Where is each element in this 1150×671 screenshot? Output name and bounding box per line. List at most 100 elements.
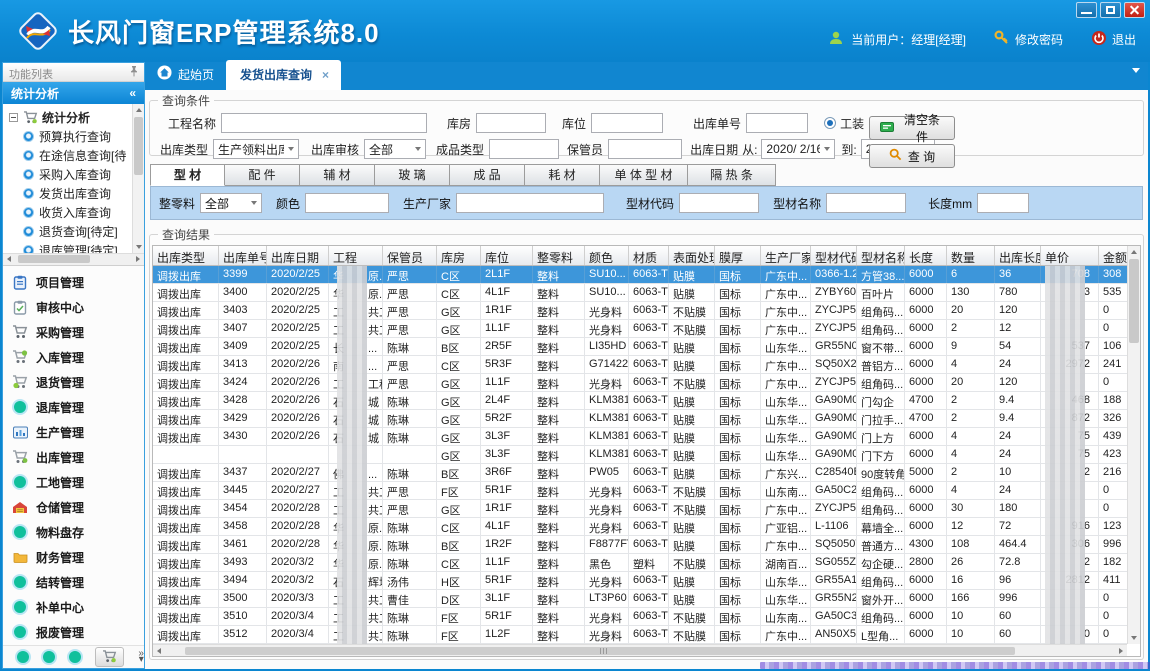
grid-column-header[interactable]: 生产厂家	[761, 246, 811, 265]
grid-column-header[interactable]: 长度	[905, 246, 947, 265]
outbound-audit-select[interactable]: 全部	[364, 139, 426, 159]
grid-column-header[interactable]: 膜厚	[715, 246, 761, 265]
sidebar-menu-item[interactable]: 工地管理	[3, 470, 144, 495]
tree-expander-icon[interactable]	[9, 113, 18, 122]
scrollbar-thumb[interactable]	[1129, 259, 1139, 343]
grid-column-header[interactable]: 出库长度	[995, 246, 1041, 265]
warehouse-input[interactable]	[476, 113, 546, 133]
scroll-right-icon[interactable]	[1115, 645, 1127, 656]
tree-item[interactable]: 预算执行查询	[9, 127, 144, 146]
grid-column-header[interactable]: 表面处理	[669, 246, 715, 265]
outbound-type-select[interactable]: 生产领料出库	[213, 139, 299, 159]
logout-button[interactable]: 退出	[1091, 30, 1136, 49]
grid-horizontal-scrollbar[interactable]	[153, 644, 1127, 656]
grid-column-header[interactable]: 材质	[629, 246, 669, 265]
product-type-input[interactable]	[489, 139, 559, 159]
sidebar-menu-item[interactable]: 退货管理	[3, 370, 144, 395]
grid-data-row[interactable]: 调拨出库34612020/2/28华原...陈琳B区1R2F整料F8877FT6…	[153, 536, 1127, 554]
circle-icon[interactable]	[69, 651, 81, 663]
grid-data-row[interactable]: 调拨出库34942020/3/2石辉城汤伟H区5R1F整料光身料6063-T5贴…	[153, 572, 1127, 590]
grid-data-row[interactable]: 调拨出库35122020/3/4工共工程陈琳F区1L2F整料光身料6063-T5…	[153, 626, 1127, 644]
tree-item[interactable]: 在途信息查询[待	[9, 146, 144, 165]
material-subtab[interactable]: 配 件	[225, 164, 300, 186]
grid-vertical-scrollbar[interactable]	[1127, 246, 1140, 644]
profile-code-input[interactable]	[679, 193, 759, 213]
sidebar-menu-item[interactable]: 物料盘存	[3, 520, 144, 545]
close-button[interactable]	[1124, 2, 1145, 18]
grid-data-row[interactable]: 调拨出库34282020/2/26石城陈琳G区2L4F整料KLM38176063…	[153, 392, 1127, 410]
tab-list-chevron-icon[interactable]	[1132, 73, 1140, 91]
grid-data-row[interactable]: 调拨出库34452020/2/27工共工程严思F区5R1F整料光身料6063-T…	[153, 482, 1127, 500]
pin-icon[interactable]	[130, 66, 138, 81]
grid-data-row[interactable]: 调拨出库34582020/2/28华原...陈琳C区4L1F整料光身料6063-…	[153, 518, 1127, 536]
tree-item[interactable]: 采购入库查询	[9, 165, 144, 184]
date-from-select[interactable]: 2020/ 2/16	[761, 139, 835, 159]
grid-column-header[interactable]: 单价	[1041, 246, 1099, 265]
material-subtab[interactable]: 辅 材	[300, 164, 375, 186]
grid-data-row[interactable]: 调拨出库34292020/2/26石城陈琳G区5R2F整料KLM38176063…	[153, 410, 1127, 428]
material-subtab[interactable]: 耗 材	[525, 164, 600, 186]
more-chevron-icon[interactable]: »▾	[138, 651, 144, 663]
change-password-button[interactable]: 修改密码	[994, 30, 1063, 49]
sidebar-menu-item[interactable]: 出库管理	[3, 445, 144, 470]
material-subtab[interactable]: 型 材	[150, 164, 225, 186]
grid-data-row[interactable]: 调拨出库34072020/2/25工共工程严思G区1L1F整料光身料6063-T…	[153, 320, 1127, 338]
order-no-input[interactable]	[746, 113, 808, 133]
location-input[interactable]	[591, 113, 663, 133]
grid-data-row[interactable]: 调拨出库34542020/2/28工共工程严思G区1R1F整料光身料6063-T…	[153, 500, 1127, 518]
radio-work-clothing[interactable]: 工装	[824, 115, 864, 132]
grid-column-header[interactable]: 型材名称	[857, 246, 905, 265]
color-input[interactable]	[305, 193, 389, 213]
material-subtab[interactable]: 玻 璃	[375, 164, 450, 186]
grid-data-row[interactable]: G区3L3F整料KLM38176063-T5贴膜国标山东华...GA90M09.…	[153, 446, 1127, 464]
tree-item[interactable]: 退货查询[待定]	[9, 222, 144, 241]
grid-column-header[interactable]: 数量	[947, 246, 995, 265]
keeper-input[interactable]	[608, 139, 682, 159]
sidebar-menu-item[interactable]: 退库管理	[3, 395, 144, 420]
sidebar-menu-item[interactable]: 项目管理	[3, 270, 144, 295]
grid-column-header[interactable]: 库房	[437, 246, 481, 265]
material-subtab[interactable]: 成 品	[450, 164, 525, 186]
scroll-left-icon[interactable]	[153, 645, 165, 656]
grid-column-header[interactable]: 金额	[1099, 246, 1127, 265]
manufacturer-input[interactable]	[456, 193, 604, 213]
clear-conditions-button[interactable]: 清空条件	[869, 116, 955, 140]
grid-data-row[interactable]: 调拨出库34242020/2/26工工程严思G区1L1F整料光身料6063-T5…	[153, 374, 1127, 392]
material-subtab[interactable]: 单 体 型 材	[600, 164, 688, 186]
collapse-icon[interactable]: «	[129, 86, 136, 100]
grid-column-header[interactable]: 保管员	[383, 246, 437, 265]
scroll-right-icon[interactable]	[132, 254, 144, 265]
grid-data-row[interactable]: 调拨出库34372020/2/27佛...陈琳B区3R6F整料PW056063-…	[153, 464, 1127, 482]
grid-data-row[interactable]: 调拨出库34032020/2/25工共工程严思G区1R1F整料光身料6063-T…	[153, 302, 1127, 320]
tree-root-node[interactable]: 统计分析	[9, 108, 144, 127]
grid-column-header[interactable]: 型材代码	[811, 246, 857, 265]
tab-home[interactable]: 起始页	[145, 65, 226, 90]
scroll-down-icon[interactable]	[133, 241, 144, 253]
maximize-button[interactable]	[1100, 2, 1121, 18]
tree-item[interactable]: 发货出库查询	[9, 184, 144, 203]
grid-data-row[interactable]: 调拨出库34302020/2/26石城陈琳G区3L3F整料KLM38176063…	[153, 428, 1127, 446]
grid-data-row[interactable]: 调拨出库33992020/2/25华原...严思C区2L1F整料SU10...6…	[153, 266, 1127, 284]
sidebar-menu-item[interactable]: 财务管理	[3, 545, 144, 570]
tab-close-icon[interactable]: ×	[322, 68, 329, 82]
circle-icon[interactable]	[43, 651, 55, 663]
sidebar-menu-item[interactable]: 生产管理	[3, 420, 144, 445]
whole-part-select[interactable]: 全部	[200, 193, 262, 213]
tree-item[interactable]: 退库管理[待定]	[9, 241, 144, 252]
scroll-left-icon[interactable]	[3, 254, 15, 265]
sidebar-menu-item[interactable]: 采购管理	[3, 320, 144, 345]
minimize-button[interactable]	[1076, 2, 1097, 18]
sidebar-menu-item[interactable]: 入库管理	[3, 345, 144, 370]
length-mm-input[interactable]	[977, 193, 1029, 213]
scroll-up-icon[interactable]	[133, 104, 144, 116]
sidebar-menu-item[interactable]: 审核中心	[3, 295, 144, 320]
scroll-down-icon[interactable]	[1128, 632, 1140, 644]
sidebar-section-header[interactable]: 统计分析 «	[3, 82, 144, 104]
grid-column-header[interactable]: 整零料	[533, 246, 585, 265]
sidebar-menu-item[interactable]: 仓储管理	[3, 495, 144, 520]
grid-data-row[interactable]: 调拨出库34932020/3/2华原...陈琳C区1L1F整料黑色塑料不贴膜国标…	[153, 554, 1127, 572]
tree-item[interactable]: 收货入库查询	[9, 203, 144, 222]
sidebar-menu-item[interactable]: 补单中心	[3, 595, 144, 620]
search-button[interactable]: 查 询	[869, 144, 955, 168]
grid-column-header[interactable]: 出库类型	[153, 246, 219, 265]
